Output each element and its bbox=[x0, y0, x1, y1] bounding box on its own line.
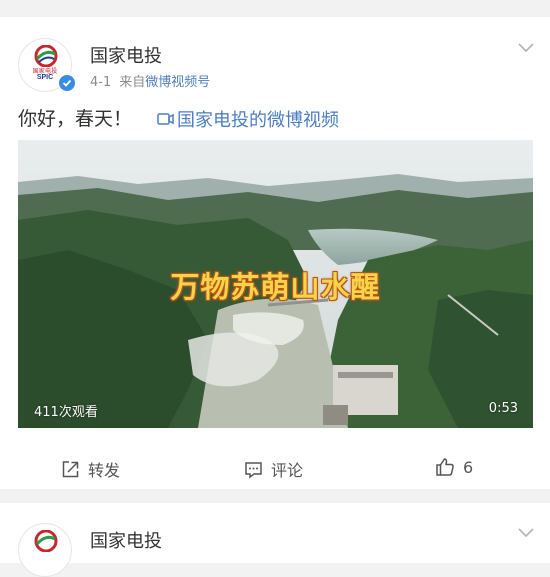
video-player[interactable]: 万物苏萌山水醒 411次观看 0:53 bbox=[18, 140, 533, 428]
comment-button[interactable]: 评论 bbox=[244, 457, 303, 481]
post-text: 你好，春天！ bbox=[18, 108, 133, 130]
feed-gap bbox=[0, 0, 550, 17]
comment-label: 评论 bbox=[271, 461, 304, 480]
repost-icon bbox=[62, 460, 79, 477]
next-post-avatar[interactable] bbox=[18, 523, 72, 577]
comment-icon bbox=[245, 461, 262, 478]
video-duration: 0:53 bbox=[488, 401, 518, 416]
chevron-down-icon[interactable] bbox=[517, 527, 535, 539]
post-time: 4-1 bbox=[90, 75, 112, 90]
like-icon bbox=[436, 458, 454, 476]
next-post-card bbox=[0, 503, 550, 563]
video-link-icon bbox=[157, 113, 174, 125]
spic-logo-icon bbox=[34, 45, 58, 67]
next-post-author-name[interactable]: 国家电投 bbox=[90, 527, 162, 553]
post-meta: 4-1 来自微博视频号 bbox=[90, 71, 210, 90]
video-link-label: 国家电投的微博视频 bbox=[177, 110, 339, 131]
like-button[interactable]: 6 bbox=[435, 457, 473, 477]
video-view-count: 411次观看 bbox=[34, 405, 98, 420]
video-overlay-title: 万物苏萌山水醒 bbox=[170, 270, 381, 304]
spic-logo-icon bbox=[34, 530, 58, 552]
post-actions-bar: 转发 评论 6 bbox=[0, 443, 550, 489]
video-link[interactable]: 国家电投的微博视频 bbox=[157, 106, 339, 132]
chevron-down-icon[interactable] bbox=[517, 42, 535, 54]
author-name[interactable]: 国家电投 bbox=[90, 42, 162, 68]
repost-label: 转发 bbox=[88, 461, 121, 480]
like-count: 6 bbox=[463, 457, 474, 477]
source-prefix: 来自 bbox=[119, 75, 146, 90]
repost-button[interactable]: 转发 bbox=[61, 457, 120, 481]
source-link[interactable]: 微博视频号 bbox=[145, 75, 210, 90]
verified-icon bbox=[57, 73, 77, 93]
